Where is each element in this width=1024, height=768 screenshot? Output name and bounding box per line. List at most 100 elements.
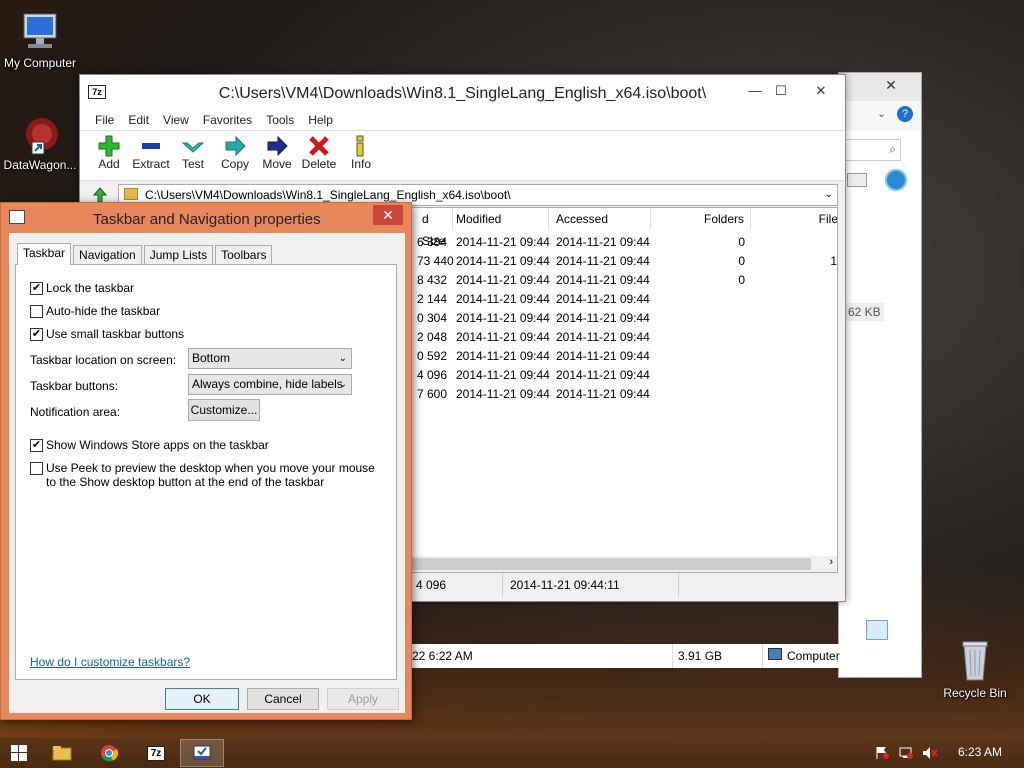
apply-button[interactable]: Apply	[327, 688, 399, 710]
status-size: 3.91 GB	[678, 649, 723, 663]
status-size: 4 096	[416, 578, 447, 592]
explorer-titlebar: ✕	[839, 73, 921, 101]
checkbox-box[interactable]: ✔	[30, 328, 43, 341]
taskbar-explorer[interactable]	[40, 739, 84, 767]
view-options-icon[interactable]	[847, 173, 867, 187]
status-date: 2014-11-21 09:44:11	[510, 578, 620, 592]
windows-logo-icon	[11, 745, 27, 761]
copy-arrow-icon	[225, 135, 246, 157]
trash-icon	[962, 641, 988, 681]
large-icons-view-button[interactable]	[890, 620, 912, 640]
menu-tools[interactable]: Tools	[259, 111, 301, 130]
column-size[interactable]: d Size	[417, 208, 453, 248]
taskbar-clock[interactable]: 6:23 AM	[958, 745, 1002, 759]
extract-label: Extract	[132, 157, 170, 171]
tab-jump-lists[interactable]: Jump Lists	[143, 245, 214, 265]
taskbar-properties-dialog: Taskbar and Navigation properties ✕ Task…	[0, 202, 412, 720]
info-button[interactable]: Info	[340, 131, 382, 180]
buttons-select[interactable]: Always combine, hide labels ⌄	[188, 374, 352, 395]
small-buttons-checkbox[interactable]: ✔ Use small taskbar buttons	[30, 327, 184, 341]
search-icon: ⌕	[889, 142, 896, 156]
ok-button[interactable]: OK	[165, 688, 239, 710]
menu-favorites[interactable]: Favorites	[196, 111, 259, 130]
chrome-icon	[101, 745, 118, 762]
explorer-window: ✕ ⌄ ? ⌕ 62 KB	[838, 72, 922, 678]
help-icon[interactable]: ?	[897, 106, 913, 122]
peek-checkbox[interactable]: Use Peek to preview the desktop when you…	[30, 461, 380, 489]
tab-navigation[interactable]: Navigation	[73, 245, 142, 265]
status-location: Computer	[787, 649, 840, 663]
column-accessed[interactable]: Accessed	[551, 208, 651, 230]
checkbox-box[interactable]: ✔	[30, 439, 43, 452]
close-button[interactable]: ✕	[802, 81, 840, 101]
datawagon-label: DataWagon...	[3, 158, 77, 172]
tab-toolbars[interactable]: Toolbars	[215, 245, 273, 265]
explorer-close-button[interactable]: ✕	[869, 77, 913, 97]
copy-button[interactable]: Copy	[214, 131, 256, 180]
checkbox-box[interactable]	[30, 462, 43, 475]
computer-small-icon	[768, 648, 782, 660]
taskbar-7zip[interactable]: 7z	[134, 739, 178, 767]
details-view-button[interactable]	[866, 620, 888, 640]
recycle-bin-icon[interactable]: Recycle Bin	[935, 636, 1015, 700]
explorer-search-box[interactable]: ⌕	[843, 139, 901, 161]
volume-muted-icon[interactable]	[922, 746, 938, 760]
chevron-right-icon[interactable]: ›	[829, 556, 833, 568]
chevron-down-icon[interactable]: ⌄	[877, 107, 886, 120]
column-modified[interactable]: Modified	[451, 208, 549, 230]
small-buttons-label: Use small taskbar buttons	[46, 327, 185, 341]
store-apps-checkbox[interactable]: ✔ Show Windows Store apps on the taskbar	[30, 438, 269, 452]
checkbox-box[interactable]	[30, 305, 43, 318]
tab-strip: Taskbar Navigation Jump Lists Toolbars	[17, 243, 274, 265]
customize-button[interactable]: Customize...	[188, 399, 260, 421]
menu-view[interactable]: View	[156, 111, 196, 130]
column-files[interactable]: File	[751, 208, 837, 230]
chevron-down-icon: ⌄	[338, 353, 347, 364]
taskbar-chrome[interactable]	[87, 739, 131, 767]
checkbox-box[interactable]: ✔	[30, 282, 43, 295]
7zip-icon: 7z	[146, 745, 166, 761]
menu-file[interactable]: File	[88, 111, 121, 130]
column-folders[interactable]: Folders	[651, 208, 751, 230]
delete-button[interactable]: Delete	[298, 131, 340, 180]
file-size-text: 62 KB	[845, 303, 884, 321]
location-select[interactable]: Bottom ⌄	[188, 348, 352, 369]
chevron-down-icon[interactable]: ⌄	[825, 185, 833, 205]
buttons-value: Always combine, hide labels	[192, 377, 343, 391]
dialog-close-button[interactable]: ✕	[373, 205, 403, 225]
extract-button[interactable]: Extract	[130, 131, 172, 180]
add-button[interactable]: Add	[88, 131, 130, 180]
move-label: Move	[262, 157, 292, 171]
start-button[interactable]	[0, 739, 38, 767]
address-text: C:\Users\VM4\Downloads\Win8.1_SingleLang…	[145, 188, 511, 202]
taskbar-properties-icon	[9, 210, 25, 224]
network-icon[interactable]	[898, 746, 914, 760]
globe-icon[interactable]	[885, 169, 907, 191]
folder-up-icon[interactable]	[92, 187, 108, 203]
taskbar-properties[interactable]	[180, 739, 224, 767]
7zip-title: C:\Users\VM4\Downloads\Win8.1_SingleLang…	[218, 85, 707, 102]
folder-icon	[52, 746, 72, 761]
tab-taskbar[interactable]: Taskbar	[17, 243, 72, 265]
menu-edit[interactable]: Edit	[121, 111, 156, 130]
datawagon-shortcut[interactable]: DataWagon...	[0, 112, 80, 172]
store-apps-label: Show Windows Store apps on the taskbar	[46, 438, 269, 452]
maximize-button[interactable]: ☐	[766, 81, 796, 101]
taskbar-properties-icon	[193, 745, 211, 760]
help-link[interactable]: How do I customize taskbars?	[30, 655, 190, 669]
lock-taskbar-checkbox[interactable]: ✔ Lock the taskbar	[30, 281, 134, 295]
info-label: Info	[350, 157, 371, 171]
chevron-down-icon: ⌄	[338, 379, 347, 390]
auto-hide-checkbox[interactable]: Auto-hide the taskbar	[30, 304, 160, 318]
location-value: Bottom	[192, 351, 231, 365]
computer-icon	[23, 13, 57, 48]
recycle-bin-label: Recycle Bin	[943, 686, 1007, 700]
my-computer-icon[interactable]: My Computer	[0, 10, 80, 70]
info-icon	[356, 135, 364, 157]
test-button[interactable]: Test	[172, 131, 214, 180]
menu-help[interactable]: Help	[301, 111, 340, 130]
move-button[interactable]: Move	[256, 131, 298, 180]
move-arrow-icon	[267, 135, 288, 157]
cancel-button[interactable]: Cancel	[247, 688, 319, 710]
action-center-flag-icon[interactable]	[874, 746, 890, 760]
